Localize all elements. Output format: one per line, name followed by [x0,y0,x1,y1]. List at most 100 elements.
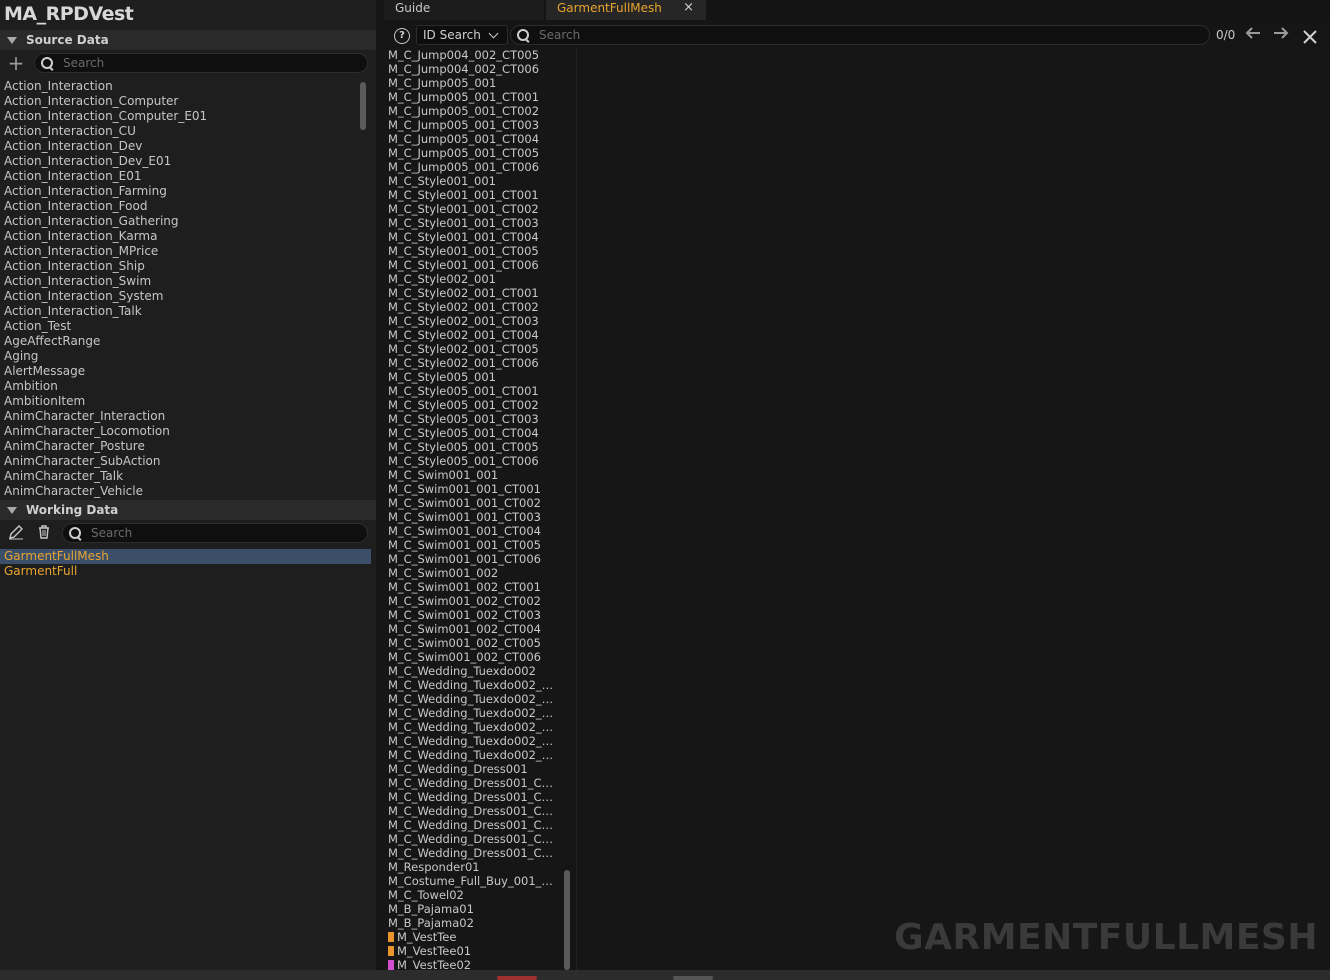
id-list-item[interactable]: M_C_Style005_001_CT006 [384,454,560,468]
id-list-item[interactable]: M_C_Style002_001_CT004 [384,328,560,342]
id-list-item[interactable]: M_C_Wedding_Tuexdo002_CT… [384,678,560,692]
id-list-item[interactable]: M_C_Style001_001_CT005 [384,244,560,258]
id-list-item[interactable]: M_C_Style002_001 [384,272,560,286]
source-list-item[interactable]: AnimCharacter_Vehicle [0,484,356,499]
working-list-item[interactable]: GarmentFull [0,564,376,579]
id-list-item[interactable]: M_C_Wedding_Tuexdo002_CT… [384,734,560,748]
panel-splitter[interactable] [376,0,384,970]
add-icon[interactable]: + [7,53,25,73]
source-list-item[interactable]: Action_Interaction_Dev [0,139,356,154]
id-list-item[interactable]: M_Responder01 [384,860,560,874]
source-list-item[interactable]: Action_Interaction_Swim [0,274,356,289]
collapse-triangle-icon[interactable] [7,506,17,514]
id-list-item[interactable]: M_C_Wedding_Tuexdo002_CT… [384,720,560,734]
id-list-item[interactable]: M_C_Style005_001_CT002 [384,398,560,412]
source-list-item[interactable]: Action_Interaction_System [0,289,356,304]
source-list-item[interactable]: Action_Interaction_Dev_E01 [0,154,356,169]
id-list-item[interactable]: M_VestTee02 [384,958,560,970]
id-list-item[interactable]: M_VestTee01 [384,944,560,958]
id-list-item[interactable]: M_C_Jump004_002_CT006 [384,62,560,76]
next-match-arrow-icon[interactable] [1272,26,1290,44]
id-list-item[interactable]: M_C_Style005_001_CT005 [384,440,560,454]
id-list-item[interactable]: M_C_Style002_001_CT003 [384,314,560,328]
id-list-item[interactable]: M_C_Swim001_002_CT001 [384,580,560,594]
source-list-item[interactable]: Action_Interaction_Talk [0,304,356,319]
id-list-item[interactable]: M_C_Swim001_001_CT001 [384,482,560,496]
source-list-item[interactable]: Ambition [0,379,356,394]
id-list-item[interactable]: M_C_Jump005_001_CT001 [384,90,560,104]
previous-match-arrow-icon[interactable] [1244,26,1262,44]
id-list-item[interactable]: M_C_Style001_001_CT002 [384,202,560,216]
id-search-box[interactable] [510,25,1210,45]
source-list-item[interactable]: Action_Interaction_E01 [0,169,356,184]
source-list-item[interactable]: Action_Interaction_Computer [0,94,356,109]
id-list-item[interactable]: M_C_Wedding_Tuexdo002_CT… [384,706,560,720]
source-list-item[interactable]: Aging [0,349,356,364]
source-list-item[interactable]: Action_Interaction_Karma [0,229,356,244]
working-search-input[interactable] [91,526,335,540]
source-list-item[interactable]: AnimCharacter_Locomotion [0,424,356,439]
id-list-item[interactable]: M_C_Swim001_001_CT003 [384,510,560,524]
source-list-item[interactable]: Action_Interaction_CU [0,124,356,139]
id-list-item[interactable]: M_C_Style005_001_CT004 [384,426,560,440]
source-list-item[interactable]: Action_Interaction_Farming [0,184,356,199]
id-list-item[interactable]: M_C_Swim001_002_CT003 [384,608,560,622]
id-list-item[interactable]: M_C_Wedding_Dress001_CT0… [384,846,560,860]
id-list-item[interactable]: M_C_Style001_001_CT001 [384,188,560,202]
bottom-bar-indicator[interactable] [673,976,713,980]
id-list-item[interactable]: M_C_Wedding_Dress001 [384,762,560,776]
source-search[interactable] [34,53,368,73]
source-list-item[interactable]: Action_Interaction_Ship [0,259,356,274]
source-list-item[interactable]: AmbitionItem [0,394,356,409]
id-list-item[interactable]: M_C_Jump005_001_CT003 [384,118,560,132]
source-list-item[interactable]: AlertMessage [0,364,356,379]
id-list-item[interactable]: M_C_Swim001_002_CT005 [384,636,560,650]
id-list-item[interactable]: M_C_Wedding_Dress001_CT0… [384,776,560,790]
id-list-item[interactable]: M_C_Jump005_001_CT004 [384,132,560,146]
source-list-item[interactable]: AgeAffectRange [0,334,356,349]
id-list-item[interactable]: M_C_Style002_001_CT006 [384,356,560,370]
id-list-item[interactable]: M_C_Jump005_001_CT002 [384,104,560,118]
id-list-item[interactable]: M_C_Jump004_002_CT005 [384,48,560,62]
source-list-item[interactable]: Action_Test [0,319,356,334]
id-list-item[interactable]: M_C_Wedding_Tuexdo002 [384,664,560,678]
id-list-item[interactable]: M_C_Wedding_Dress001_CT0… [384,832,560,846]
source-list-item[interactable]: Action_Interaction_Computer_E01 [0,109,356,124]
id-list-item[interactable]: M_C_Style002_001_CT002 [384,300,560,314]
id-list-item[interactable]: M_C_Style005_001 [384,370,560,384]
id-list-item[interactable]: M_C_Jump005_001 [384,76,560,90]
working-data-header[interactable]: Working Data [0,500,376,520]
close-tab-icon[interactable]: × [683,0,694,16]
search-mode-dropdown[interactable]: ID Search [416,25,508,45]
id-list-item[interactable]: M_C_Wedding_Tuexdo002_CT… [384,692,560,706]
id-list-item[interactable]: M_C_Style005_001_CT003 [384,412,560,426]
source-scrollbar[interactable] [360,82,366,130]
id-list-item[interactable]: M_C_Swim001_001_CT002 [384,496,560,510]
id-list-item[interactable]: M_Costume_Full_Buy_001_We… [384,874,560,888]
tab-guide[interactable]: Guide [384,0,544,20]
id-list-item[interactable]: M_C_Swim001_001_CT004 [384,524,560,538]
close-search-icon[interactable] [1302,24,1318,50]
id-list-item[interactable]: M_C_Wedding_Dress001_CT0… [384,804,560,818]
source-list-item[interactable]: AnimCharacter_Interaction [0,409,356,424]
bottom-bar-indicator[interactable] [497,976,537,980]
source-list-item[interactable]: Action_Interaction_MPrice [0,244,356,259]
id-list-item[interactable]: M_C_Swim001_001 [384,468,560,482]
id-search-input[interactable] [539,28,1098,42]
id-list-item[interactable]: M_C_Jump005_001_CT005 [384,146,560,160]
source-list-item[interactable]: AnimCharacter_Posture [0,439,356,454]
id-list-item[interactable]: M_C_Wedding_Dress001_CT0… [384,790,560,804]
working-list-item[interactable]: GarmentFullMesh [0,549,371,564]
id-list-item[interactable]: M_C_Style002_001_CT001 [384,286,560,300]
source-search-input[interactable] [63,56,329,70]
id-list-item[interactable]: M_C_Style005_001_CT001 [384,384,560,398]
id-list-item[interactable]: M_C_Style001_001_CT006 [384,258,560,272]
source-list-item[interactable]: Action_Interaction [0,79,356,94]
source-list-item[interactable]: AnimCharacter_SubAction [0,454,356,469]
tab-garmentfullmesh[interactable]: GarmentFullMesh × [546,0,706,20]
id-list-item[interactable]: M_C_Wedding_Dress001_CT0… [384,818,560,832]
source-list-item[interactable]: AnimCharacter_Talk [0,469,356,484]
id-list-item[interactable]: M_C_Style001_001_CT003 [384,216,560,230]
id-list-item[interactable]: M_C_Style002_001_CT005 [384,342,560,356]
source-list-item[interactable]: Action_Interaction_Gathering [0,214,356,229]
